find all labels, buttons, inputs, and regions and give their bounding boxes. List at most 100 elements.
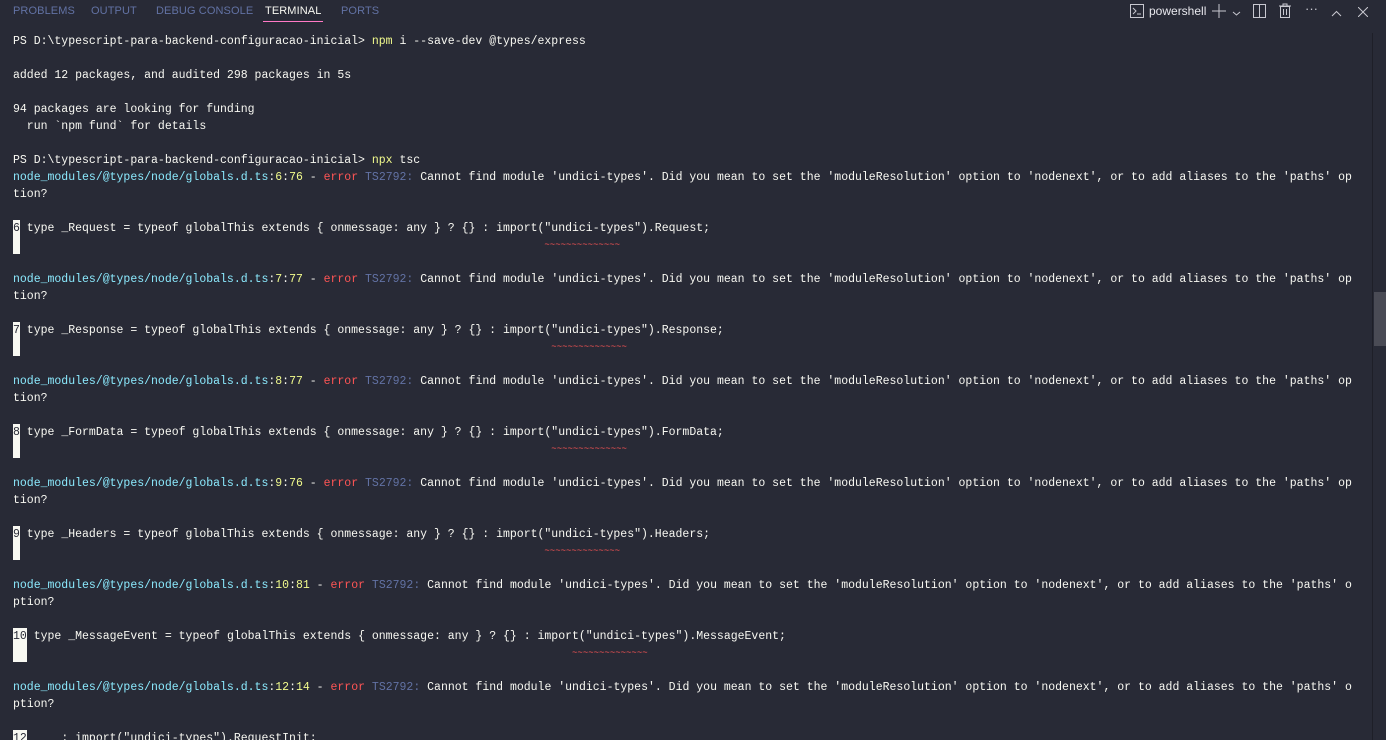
error-squiggle: ~~~~~~~~~~~~~~ bbox=[544, 546, 621, 556]
terminal-text-segment: 12 bbox=[275, 681, 290, 694]
terminal-text-segment: error bbox=[323, 375, 359, 388]
terminal-line: node_modules/@types/node/globals.d.ts:12… bbox=[13, 679, 1372, 696]
terminal-line: tion? bbox=[13, 390, 1372, 407]
line-number-gutter bbox=[13, 339, 20, 356]
chevron-down-icon[interactable] bbox=[1232, 6, 1241, 21]
line-number-gutter: 8 bbox=[13, 424, 20, 441]
terminal-line: PS D:\typescript-para-backend-configurac… bbox=[13, 152, 1372, 169]
terminal-text-segment: tion? bbox=[13, 494, 48, 507]
terminal-line: tion? bbox=[13, 186, 1372, 203]
terminal-text-segment: error bbox=[323, 477, 359, 490]
panel-tab-bar: PROBLEMS OUTPUT DEBUG CONSOLE TERMINAL P… bbox=[0, 0, 1386, 24]
terminal-text-segment: Cannot find module 'undici-types'. Did y… bbox=[420, 681, 1352, 694]
terminal-text-segment: node_modules/@types/node/globals.d.ts bbox=[13, 273, 269, 286]
terminal-text-segment: error bbox=[323, 273, 359, 286]
tab-terminal[interactable]: TERMINAL bbox=[262, 5, 324, 22]
terminal-text-segment: - bbox=[302, 171, 324, 184]
terminal-text-segment: tsc bbox=[392, 154, 421, 167]
terminal-output[interactable]: PS D:\typescript-para-backend-configurac… bbox=[13, 33, 1372, 740]
code-snippet-line: 10 type _MessageEvent = typeof globalThi… bbox=[13, 628, 1372, 645]
line-number-gutter: 6 bbox=[13, 220, 20, 237]
ellipsis-icon[interactable]: ··· bbox=[1305, 1, 1318, 16]
terminal-line: added 12 packages, and audited 298 packa… bbox=[13, 67, 1372, 84]
line-number-gutter: 7 bbox=[13, 322, 20, 339]
line-number-gutter bbox=[13, 645, 27, 662]
terminal-line: node_modules/@types/node/globals.d.ts:6:… bbox=[13, 169, 1372, 186]
tab-problems[interactable]: PROBLEMS bbox=[13, 5, 75, 17]
terminal-text-segment: : import("undici-types").RequestInit; bbox=[26, 732, 317, 740]
close-icon[interactable] bbox=[1357, 5, 1369, 20]
terminal-text-segment: 10 bbox=[275, 579, 290, 592]
code-snippet-line: 6 type _Request = typeof globalThis exte… bbox=[13, 220, 1372, 237]
plus-icon[interactable] bbox=[1212, 4, 1226, 21]
terminal-text-segment: - bbox=[302, 273, 324, 286]
terminal-line: 94 packages are looking for funding bbox=[13, 101, 1372, 118]
terminal-text-segment: node_modules/@types/node/globals.d.ts bbox=[13, 681, 269, 694]
chevron-up-icon[interactable] bbox=[1331, 6, 1342, 21]
terminal-text-segment: Cannot find module 'undici-types'. Did y… bbox=[413, 171, 1352, 184]
terminal-text-segment: Cannot find module 'undici-types'. Did y… bbox=[420, 579, 1352, 592]
terminal-text-segment: error bbox=[323, 171, 359, 184]
terminal-text-segment: ption? bbox=[13, 698, 55, 711]
terminal-text-segment: type _Request = typeof globalThis extend… bbox=[19, 222, 711, 235]
terminal-line: PS D:\typescript-para-backend-configurac… bbox=[13, 33, 1372, 50]
terminal-text-segment: - bbox=[309, 579, 331, 592]
terminal-text-segment: 94 packages are looking for funding bbox=[13, 103, 255, 116]
terminal-text-segment: 76 bbox=[289, 477, 303, 490]
line-number-gutter bbox=[13, 441, 20, 458]
terminal-text-segment: node_modules/@types/node/globals.d.ts bbox=[13, 579, 269, 592]
terminal-text-segment: npx bbox=[371, 154, 393, 167]
terminal-text-segment: run `npm fund` for details bbox=[13, 120, 207, 133]
error-squiggle: ~~~~~~~~~~~~~~ bbox=[544, 240, 621, 250]
error-underline-line: ~~~~~~~~~~~~~~ bbox=[13, 441, 1372, 458]
terminal-text-segment: i --save-dev @types/express bbox=[392, 35, 586, 48]
terminal-text-segment: 77 bbox=[289, 273, 303, 286]
terminal-text-segment: TS2792: bbox=[365, 681, 421, 694]
terminal-text-segment: Cannot find module 'undici-types'. Did y… bbox=[413, 477, 1352, 490]
terminal-text-segment: TS2792: bbox=[358, 375, 414, 388]
terminal-text-segment: type _Response = typeof globalThis exten… bbox=[19, 324, 724, 337]
terminal-text-segment: error bbox=[330, 681, 366, 694]
line-number-gutter bbox=[13, 543, 20, 560]
terminal-line: node_modules/@types/node/globals.d.ts:10… bbox=[13, 577, 1372, 594]
terminal-line: node_modules/@types/node/globals.d.ts:7:… bbox=[13, 271, 1372, 288]
terminal-scrollbar[interactable] bbox=[1372, 33, 1386, 740]
terminal-text-segment: ption? bbox=[13, 596, 55, 609]
terminal-text-segment: TS2792: bbox=[365, 579, 421, 592]
line-number-gutter: 9 bbox=[13, 526, 20, 543]
tab-debug-console[interactable]: DEBUG CONSOLE bbox=[156, 5, 253, 17]
code-snippet-line: 8 type _FormData = typeof globalThis ext… bbox=[13, 424, 1372, 441]
terminal-line: node_modules/@types/node/globals.d.ts:8:… bbox=[13, 373, 1372, 390]
terminal-text-segment: : bbox=[289, 579, 296, 592]
terminal-text-segment: npm bbox=[371, 35, 393, 48]
tab-output[interactable]: OUTPUT bbox=[91, 5, 137, 17]
terminal-text-segment: type _Headers = typeof globalThis extend… bbox=[19, 528, 711, 541]
line-number-gutter bbox=[13, 237, 20, 254]
tab-ports[interactable]: PORTS bbox=[341, 5, 379, 17]
trash-icon[interactable] bbox=[1279, 3, 1291, 21]
terminal-text-segment: 14 bbox=[295, 681, 310, 694]
split-icon[interactable] bbox=[1253, 4, 1266, 21]
scrollbar-thumb[interactable] bbox=[1374, 292, 1386, 346]
shell-selector-label[interactable]: powershell bbox=[1149, 4, 1206, 18]
terminal-icon[interactable] bbox=[1130, 4, 1144, 21]
terminal-line: run `npm fund` for details bbox=[13, 118, 1372, 135]
terminal-text-segment: Cannot find module 'undici-types'. Did y… bbox=[413, 375, 1352, 388]
terminal-text-segment: - bbox=[302, 477, 324, 490]
terminal-text-segment: tion? bbox=[13, 188, 48, 201]
terminal-text-segment: TS2792: bbox=[358, 171, 414, 184]
terminal-text-segment: TS2792: bbox=[358, 477, 414, 490]
line-number-gutter: 10 bbox=[13, 628, 27, 645]
terminal-text-segment: tion? bbox=[13, 392, 48, 405]
terminal-line: ption? bbox=[13, 594, 1372, 611]
